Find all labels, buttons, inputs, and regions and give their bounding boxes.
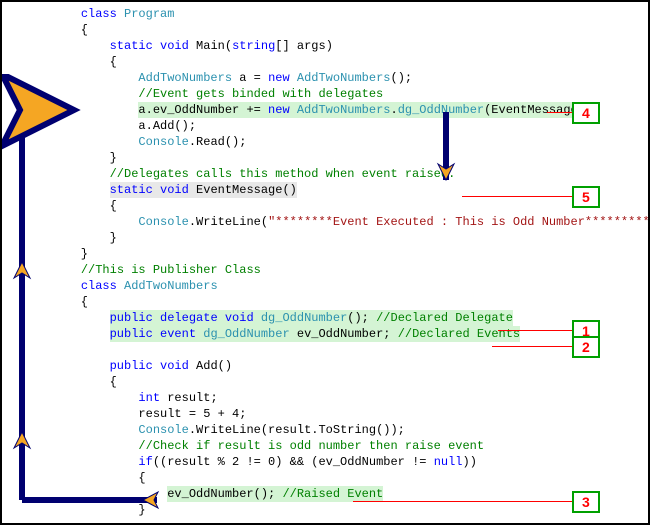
delegate-declaration-highlight: public delegate void dg_OddNumber(); //D… — [110, 310, 513, 326]
callout-5: 5 — [572, 186, 600, 208]
line-to-5 — [462, 196, 572, 197]
event-declaration-highlight: public event dg_OddNumber ev_OddNumber; … — [110, 326, 521, 342]
line-to-4 — [547, 112, 572, 113]
code-editor: class Program { static void Main(string[… — [2, 2, 648, 522]
line-to-2 — [492, 346, 572, 347]
callout-3: 3 — [572, 491, 600, 513]
callout-2: 2 — [572, 336, 600, 358]
callout-4: 4 — [572, 102, 600, 124]
line-to-1 — [498, 330, 572, 331]
event-handler-highlight: static void EventMessage() — [110, 182, 297, 198]
line-to-3 — [353, 501, 572, 502]
event-binding-highlight: a.ev_OddNumber += new AddTwoNumbers.dg_O… — [138, 102, 592, 118]
raise-event-highlight: ev_OddNumber(); //Raised Event — [167, 486, 383, 502]
